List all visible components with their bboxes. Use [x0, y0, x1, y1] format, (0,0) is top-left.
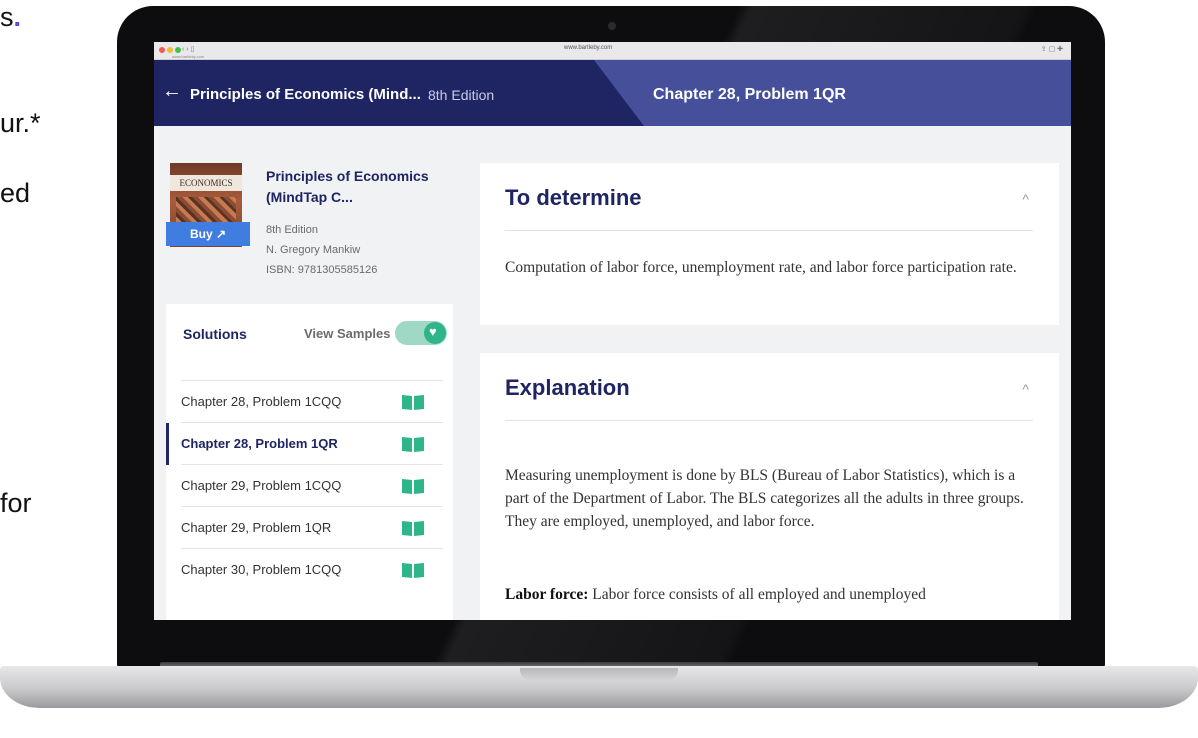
solution-item-active[interactable]: Chapter 28, Problem 1QR: [166, 422, 443, 465]
minimize-window-icon[interactable]: [167, 47, 173, 53]
laptop-notch: [520, 668, 678, 680]
to-determine-card: To determine ^ Computation of labor forc…: [480, 163, 1059, 325]
slide-text-fragment-3: ed: [0, 178, 31, 208]
divider: [505, 230, 1033, 231]
active-indicator: [166, 423, 169, 465]
browser-actions-icons[interactable]: ⇪ ▢ ✚: [1041, 45, 1063, 53]
laptop-screen: ‹ › ▯ www.bartleby.com www.bartleby.com …: [154, 42, 1071, 620]
open-book-icon: [402, 395, 424, 410]
explanation-card: Explanation ^ Measuring unemployment is …: [480, 353, 1059, 620]
book-author: N. Gregory Mankiw: [266, 244, 361, 256]
book-title[interactable]: Principles of Economics (MindTap C...: [266, 166, 446, 208]
header-edition: 8th Edition: [428, 87, 495, 103]
back-arrow-icon[interactable]: ←: [162, 80, 182, 103]
open-book-icon: [402, 521, 424, 536]
address-bar[interactable]: www.bartleby.com: [564, 45, 612, 51]
slide-text-fragment-2: ur.*: [0, 108, 41, 138]
collapse-chevron-icon[interactable]: ^: [1022, 191, 1029, 207]
browser-toolbar: ‹ › ▯ www.bartleby.com www.bartleby.com …: [154, 42, 1071, 60]
explanation-paragraph: Measuring unemployment is done by BLS (B…: [505, 467, 1024, 530]
solution-item-label: Chapter 28, Problem 1CQQ: [181, 394, 342, 409]
slide-text-fragment-1: s.: [0, 2, 22, 32]
book-edition: 8th Edition: [266, 224, 318, 236]
solution-item-label: Chapter 29, Problem 1CQQ: [181, 478, 342, 493]
page-header: ← Principles of Economics (Mind... 8th E…: [154, 60, 1071, 126]
browser-nav-icons[interactable]: ‹ › ▯: [182, 45, 194, 53]
solution-item-label: Chapter 30, Problem 1CQQ: [181, 562, 342, 577]
close-window-icon[interactable]: [159, 47, 165, 53]
to-determine-heading: To determine: [505, 185, 642, 210]
to-determine-text: Computation of labor force, unemployment…: [505, 259, 1017, 276]
maximize-window-icon[interactable]: [175, 47, 181, 53]
slide-text-fragment-4: for: [0, 488, 32, 518]
view-samples-label: View Samples: [304, 326, 391, 341]
solution-item[interactable]: Chapter 29, Problem 1QR: [181, 506, 443, 548]
main-content: ECONOMICS Buy ↗ Principles of Economics …: [154, 126, 1071, 620]
solution-item-label: Chapter 28, Problem 1QR: [181, 436, 338, 451]
tab-url[interactable]: www.bartleby.com: [172, 54, 204, 59]
collapse-chevron-icon[interactable]: ^: [1022, 381, 1029, 397]
explanation-heading: Explanation: [505, 375, 630, 400]
solution-item[interactable]: Chapter 28, Problem 1CQQ: [181, 380, 443, 422]
labor-force-term: Labor force:: [505, 586, 589, 603]
camera-icon: [608, 22, 616, 30]
open-book-icon: [402, 479, 424, 494]
header-chapter-problem: Chapter 28, Problem 1QR: [653, 86, 846, 103]
toggle-knob-icon: [424, 322, 446, 344]
solution-item[interactable]: Chapter 30, Problem 1CQQ: [181, 548, 443, 590]
view-samples-toggle[interactable]: [395, 321, 447, 345]
open-book-icon: [402, 563, 424, 578]
book-cover-label: ECONOMICS: [170, 175, 242, 191]
labor-force-text: Labor force consists of all employed and…: [592, 586, 926, 603]
header-book-title[interactable]: Principles of Economics (Mind...: [190, 86, 421, 103]
solutions-list: Chapter 28, Problem 1CQQ Chapter 28, Pro…: [166, 380, 453, 590]
solutions-panel: Solutions View Samples Chapter 28, Probl…: [166, 304, 453, 620]
buy-button[interactable]: Buy ↗: [166, 222, 250, 246]
labor-force-definition: Labor force: Labor force consists of all…: [505, 583, 1035, 606]
divider: [505, 420, 1033, 421]
open-book-icon: [402, 437, 424, 452]
solution-item-label: Chapter 29, Problem 1QR: [181, 520, 332, 535]
book-isbn: ISBN: 9781305585126: [266, 264, 378, 276]
solution-item[interactable]: Chapter 29, Problem 1CQQ: [181, 464, 443, 506]
solutions-title: Solutions: [183, 326, 247, 342]
